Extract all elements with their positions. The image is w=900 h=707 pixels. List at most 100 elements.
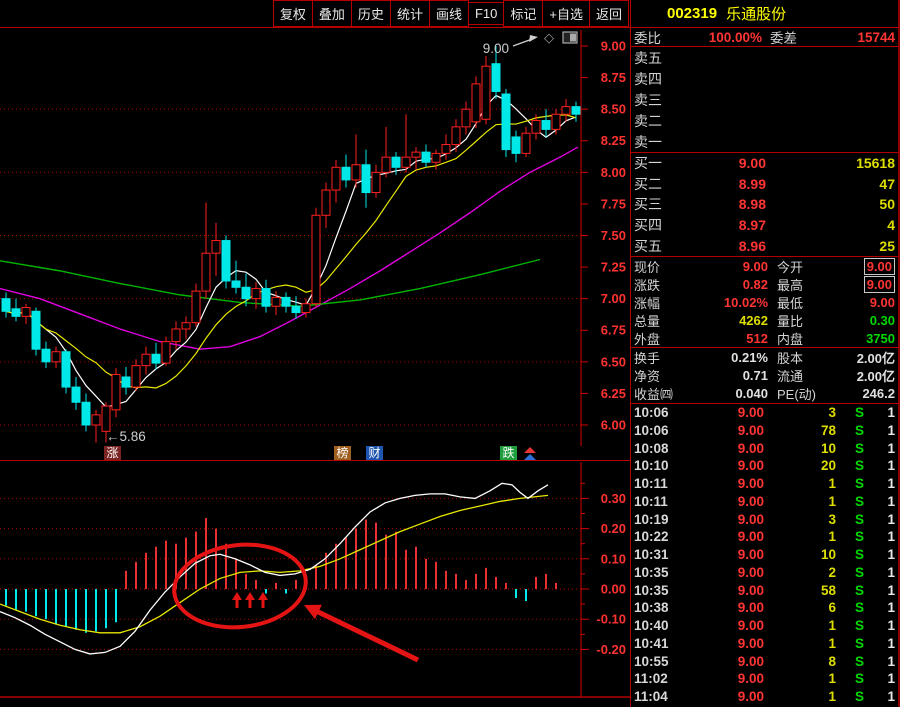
tick-volume: 20 [820,458,836,474]
quote-panel: 002319 乐通股份 委比 100.00% 委差 15744 卖五 卖四 卖三 卖二… [630,0,900,707]
tick-volume: 1 [828,529,836,545]
level-volume: 50 [879,196,895,213]
toolbar-button-5[interactable]: F10 [467,2,505,25]
tick-volume: 8 [828,653,836,669]
toolbar-button-3[interactable]: 统计 [389,0,430,27]
tick-count: 1 [887,440,895,456]
tick-count: 1 [887,476,895,492]
macd-axis-label: 0.10 [601,551,626,566]
tick-volume: 78 [820,422,836,438]
candle [261,288,271,307]
tick-time: 10:35 [634,582,669,598]
macd-axis-label: -0.20 [596,642,626,657]
price-axis-label: 7.25 [601,260,626,275]
candle [101,405,111,432]
price-axis-label: 6.00 [601,417,626,432]
level-label: 卖三 [634,91,662,108]
level-price: 9.00 [738,155,766,172]
tick-side: S [854,582,864,598]
candle [481,65,491,120]
toolbar-button-7[interactable]: +自选 [542,0,590,27]
tick-side: S [854,458,864,474]
status-badge-财[interactable]: 财 [366,446,383,460]
bid-levels: 买一 9.00 15618 买二 8.99 47 买三 8.98 50 买四 8.97 4 买五 8.96… [631,153,898,256]
candle [291,305,301,314]
tick-side: S [854,689,864,705]
candle [551,113,561,130]
toolbar-button-2[interactable]: 历史 [350,0,391,27]
status-badge-榜[interactable]: 榜 [334,446,351,460]
quote-row: 外盘 512 内盘 3750 [631,329,898,347]
price-axis-label: 6.50 [601,354,626,369]
candle [501,93,511,151]
quote-row: 涨幅 10.02% 最低 9.00 [631,293,898,311]
quote-label: 量比 [777,313,804,329]
main-candlestick-chart[interactable]: 9.00 8.75 8.50 8.25 8.00 7.75 7.50 7.25 7.00 6.75… [0,28,630,446]
macd-indicator-panel[interactable]: 0.30 0.20 0.10 0.00 -0.10 -0.20 [0,462,630,698]
tick-count: 1 [887,600,895,616]
tick-row: 10:31 9.00 10 S 1 [631,546,898,564]
level-volume: 47 [879,175,895,192]
level-price: 8.96 [738,237,766,254]
quote-label: 涨跌 [634,277,661,293]
candle [251,288,261,300]
tick-side: S [854,493,864,509]
bid-row: 买四 8.97 4 [631,215,898,236]
tick-volume: 10 [820,547,836,563]
tick-side: S [854,529,864,545]
tick-count: 1 [887,422,895,438]
price-axis-label: 6.75 [601,323,626,338]
level-volume: 4 [887,217,895,234]
tick-volume: 1 [828,635,836,651]
status-badge-跌[interactable]: 跌 [500,446,517,460]
toolbar-button-1[interactable]: 叠加 [311,0,352,27]
bid-row: 买一 9.00 15618 [631,153,898,174]
candle [321,189,331,216]
diamond-icon[interactable]: ◇ [544,30,554,45]
quote-value: 246.2 [862,386,895,402]
candle [141,353,151,367]
candle [491,63,501,92]
level-label: 卖四 [634,70,662,87]
toolbar-button-4[interactable]: 画线 [428,0,469,27]
level-label: 买一 [634,155,662,172]
quote-value: 2.00亿 [856,369,895,385]
price-axis-label: 7.75 [601,196,626,211]
low-price-annotation: ←5.86 [106,429,146,444]
candle [171,328,181,343]
candle [201,252,211,292]
candle [91,414,101,426]
price-axis-label: 8.00 [601,165,626,180]
tick-row: 10:06 9.00 3 S 1 [631,404,898,422]
tick-row: 11:02 9.00 1 S 1 [631,670,898,688]
candle [81,401,91,426]
price-axis-label: 6.25 [601,386,626,401]
tick-price: 9.00 [737,458,764,474]
quote-row: 换手 0.21% 股本 2.00亿 [631,348,898,366]
candle [221,240,231,282]
tick-side: S [854,653,864,669]
toolbar-button-8[interactable]: 返回 [588,0,629,27]
toolbar-button-0[interactable]: 复权 [272,0,313,27]
tick-row: 10:38 9.00 6 S 1 [631,599,898,617]
tick-price: 9.00 [737,422,764,438]
quote-label: 涨幅 [634,295,661,311]
tick-row: 10:10 9.00 20 S 1 [631,457,898,475]
quote-value: 9.00 [833,275,895,293]
bid-row: 买五 8.96 25 [631,235,898,256]
tick-price: 9.00 [737,600,764,616]
price-axis-label: 8.50 [601,102,626,117]
tick-price: 9.00 [737,653,764,669]
toolbar-button-6[interactable]: 标记 [503,0,544,27]
tick-row: 10:55 9.00 8 S 1 [631,652,898,670]
candle [121,376,131,388]
candle [231,280,241,288]
candle [441,144,451,154]
bid-row: 买二 8.99 47 [631,174,898,195]
status-badge-涨[interactable]: 涨 [104,446,121,460]
tick-side: S [854,547,864,563]
quote-label: 收益㈣ [634,387,674,403]
tick-volume: 1 [828,476,836,492]
candle [241,286,251,300]
quote-label: 股本 [777,350,804,366]
